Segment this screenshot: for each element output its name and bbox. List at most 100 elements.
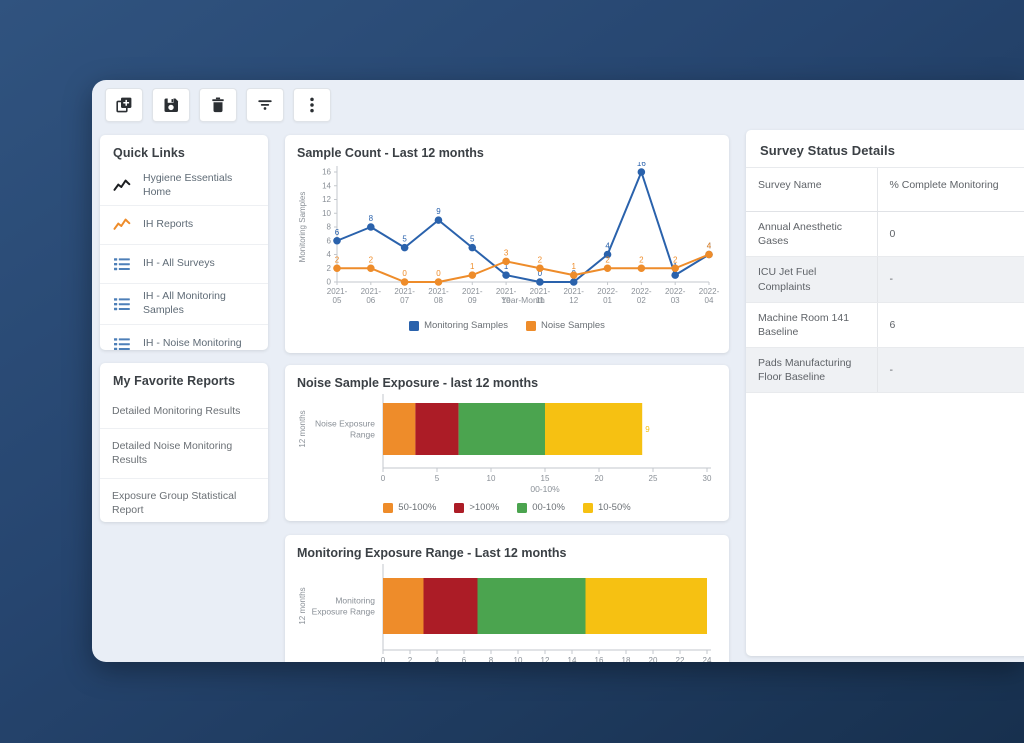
copy-plus-button[interactable] xyxy=(105,88,143,122)
survey-value-cell: - xyxy=(877,257,1024,302)
quick-link-label: Hygiene Essentials Home xyxy=(143,172,256,199)
svg-text:6: 6 xyxy=(462,656,467,662)
svg-text:18: 18 xyxy=(622,656,631,662)
svg-text:Year-Month: Year-Month xyxy=(501,295,545,305)
svg-text:01: 01 xyxy=(603,296,612,305)
svg-text:2021-: 2021- xyxy=(394,287,415,296)
chart-title: Monitoring Exposure Range - Last 12 mont… xyxy=(285,535,729,562)
svg-text:6: 6 xyxy=(327,236,332,245)
quick-link-item-0[interactable]: Hygiene Essentials Home xyxy=(100,166,268,205)
survey-row-0[interactable]: Annual Anesthetic Gases0 xyxy=(746,212,1024,257)
svg-text:25: 25 xyxy=(649,474,658,483)
svg-text:20: 20 xyxy=(649,656,658,662)
svg-text:15: 15 xyxy=(541,474,550,483)
quick-link-label: IH - All Monitoring Samples xyxy=(143,290,256,317)
survey-value-cell: 6 xyxy=(877,302,1024,347)
svg-text:2022-: 2022- xyxy=(665,287,686,296)
svg-text:Monitoring: Monitoring xyxy=(335,596,375,606)
svg-text:0: 0 xyxy=(402,269,407,278)
svg-text:5: 5 xyxy=(470,235,475,244)
kebab-menu-button[interactable] xyxy=(293,88,331,122)
legend-swatch xyxy=(517,503,527,513)
column-header-complete-monitoring: % Complete Monitoring xyxy=(877,168,1024,212)
svg-text:9: 9 xyxy=(436,207,441,216)
legend-item: 00-10% xyxy=(517,502,565,513)
desktop-background: Quick Links Hygiene Essentials HomeIH Re… xyxy=(0,0,1024,743)
svg-text:0: 0 xyxy=(381,656,386,662)
svg-text:22: 22 xyxy=(676,656,685,662)
trash-button[interactable] xyxy=(199,88,237,122)
quick-link-item-1[interactable]: IH Reports xyxy=(100,205,268,244)
svg-text:6: 6 xyxy=(335,228,340,237)
svg-text:2: 2 xyxy=(327,264,332,273)
svg-text:8: 8 xyxy=(369,214,374,223)
quick-link-item-2[interactable]: IH - All Surveys xyxy=(100,244,268,283)
svg-text:0: 0 xyxy=(327,278,332,287)
chart-legend: Monitoring SamplesNoise Samples xyxy=(285,320,729,331)
svg-text:07: 07 xyxy=(400,296,409,305)
save-button[interactable] xyxy=(152,88,190,122)
line-chart-icon xyxy=(112,215,132,235)
quick-link-item-3[interactable]: IH - All Monitoring Samples xyxy=(100,283,268,323)
survey-value-cell: - xyxy=(877,348,1024,393)
svg-text:2: 2 xyxy=(605,255,610,264)
survey-row-3[interactable]: Pads Manufacturing Floor Baseline- xyxy=(746,348,1024,393)
survey-row-1[interactable]: ICU Jet Fuel Complaints- xyxy=(746,257,1024,302)
line-chart: 0246810121416Monitoring Samples2021-0520… xyxy=(293,162,721,319)
svg-text:Monitoring Samples: Monitoring Samples xyxy=(298,192,307,263)
svg-text:3: 3 xyxy=(504,248,509,257)
svg-text:2021-: 2021- xyxy=(462,287,483,296)
quick-link-label: IH Reports xyxy=(143,218,193,232)
noise-exposure-chart-card: Noise Sample Exposure - last 12 months 0… xyxy=(285,365,729,521)
survey-value-cell: 0 xyxy=(877,212,1024,257)
legend-swatch xyxy=(526,321,536,331)
svg-text:9: 9 xyxy=(645,425,650,434)
svg-text:10: 10 xyxy=(322,209,331,218)
svg-text:04: 04 xyxy=(705,296,714,305)
quick-link-item-4[interactable]: IH - Noise Monitoring xyxy=(100,324,268,350)
survey-status-card: Survey Status Details Survey Name % Comp… xyxy=(746,130,1024,656)
survey-row-2[interactable]: Machine Room 141 Baseline6 xyxy=(746,302,1024,347)
svg-text:Noise Exposure: Noise Exposure xyxy=(315,419,375,429)
favorite-report-item-2[interactable]: Exposure Group Statistical Report xyxy=(100,479,268,522)
favorite-report-item-1[interactable]: Detailed Noise Monitoring Results xyxy=(100,429,268,478)
svg-text:2022-: 2022- xyxy=(699,287,720,296)
svg-text:12: 12 xyxy=(541,656,550,662)
svg-text:2: 2 xyxy=(369,255,374,264)
svg-text:30: 30 xyxy=(703,474,712,483)
favorite-reports-list: Detailed Monitoring ResultsDetailed Nois… xyxy=(100,394,268,522)
svg-text:8: 8 xyxy=(327,223,332,232)
legend-label: 10-50% xyxy=(598,502,631,513)
sample-count-chart-card: Sample Count - Last 12 months 0246810121… xyxy=(285,135,729,353)
survey-name-cell: Machine Room 141 Baseline xyxy=(746,302,877,347)
column-header-survey-name: Survey Name xyxy=(746,168,877,212)
svg-text:1: 1 xyxy=(572,262,577,271)
svg-text:2: 2 xyxy=(335,255,340,264)
legend-label: 50-100% xyxy=(398,502,436,513)
svg-text:2: 2 xyxy=(538,255,543,264)
survey-status-table: Survey Name % Complete Monitoring Annual… xyxy=(746,167,1024,393)
chart-legend: 50-100%>100%00-10%10-50% xyxy=(285,502,729,513)
filter-button[interactable] xyxy=(246,88,284,122)
svg-text:12 months: 12 months xyxy=(298,410,307,447)
quick-link-label: IH - All Surveys xyxy=(143,257,215,271)
svg-text:05: 05 xyxy=(333,296,342,305)
svg-text:4: 4 xyxy=(707,242,712,251)
favorite-report-item-0[interactable]: Detailed Monitoring Results xyxy=(100,394,268,429)
toolbar xyxy=(105,88,331,122)
legend-item: 10-50% xyxy=(583,502,631,513)
svg-text:16: 16 xyxy=(637,162,646,168)
dashboard-panel: Quick Links Hygiene Essentials HomeIH Re… xyxy=(92,80,1024,662)
svg-text:5: 5 xyxy=(435,474,440,483)
survey-name-cell: Pads Manufacturing Floor Baseline xyxy=(746,348,877,393)
svg-text:1: 1 xyxy=(470,262,475,271)
svg-text:20: 20 xyxy=(595,474,604,483)
svg-text:0: 0 xyxy=(436,269,441,278)
svg-text:5: 5 xyxy=(402,235,407,244)
stacked-bar-chart: 05101520253000-10%3489Noise ExposureRang… xyxy=(293,392,721,501)
list-icon xyxy=(112,334,132,350)
quick-links-list: Hygiene Essentials Home IH Reports IH - Al… xyxy=(100,166,268,350)
svg-text:2021-: 2021- xyxy=(563,287,584,296)
legend-label: 00-10% xyxy=(532,502,565,513)
svg-text:12: 12 xyxy=(322,195,331,204)
